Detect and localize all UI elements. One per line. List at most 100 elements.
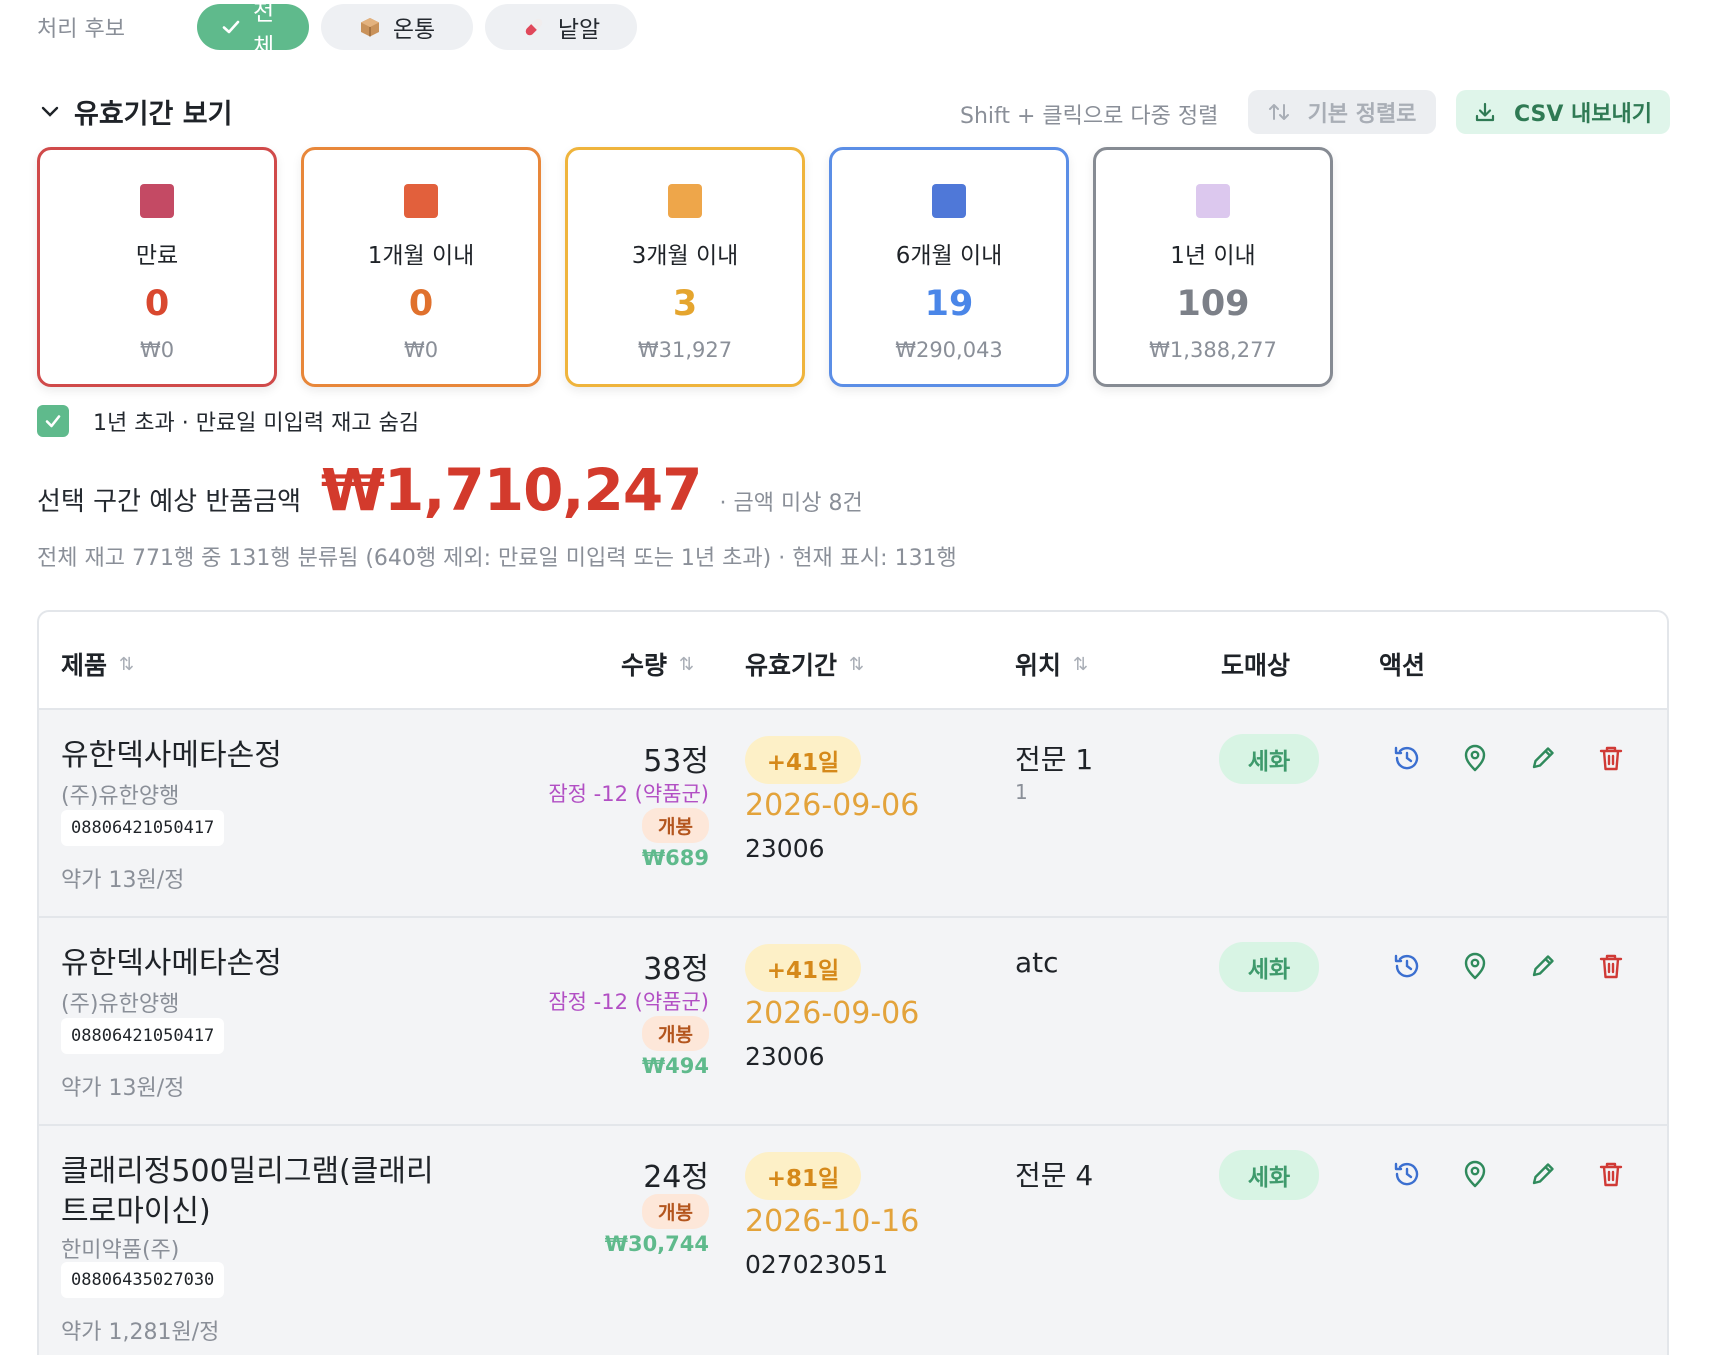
filter-chip-label: 온통: [392, 17, 436, 43]
filter-chip-box[interactable]: 온통: [321, 4, 473, 50]
total-label: 선택 구간 예상 반품금액: [37, 487, 301, 517]
card-count: 0: [408, 284, 434, 324]
lot-number: 23006: [745, 834, 825, 863]
download-icon: [1474, 101, 1496, 123]
box-icon: [359, 16, 381, 38]
location: 전문 1: [1015, 743, 1094, 776]
table-row[interactable]: 클래리정500밀리그램(클래리 트로마이신) 한미약품(주) 088064350…: [39, 1126, 1667, 1355]
sort-hint: Shift + 클릭으로 다중 정렬: [960, 104, 1219, 129]
card-amount: ₩290,043: [895, 338, 1003, 362]
color-swatch: [1196, 184, 1230, 218]
expiry-card-1year[interactable]: 1년 이내 109 ₩1,388,277: [1093, 147, 1333, 387]
filter-label: 처리 후보: [37, 17, 125, 42]
filter-chip-all[interactable]: 전체: [197, 0, 309, 60]
col-wholesaler-label: 도매상: [1221, 651, 1291, 680]
card-label: 만료: [135, 243, 179, 269]
provisional-loss: 잠정 -12 (약품군): [548, 990, 709, 1014]
location: 전문 4: [1015, 1159, 1094, 1192]
hide-option-row: 1년 초과 · 만료일 미입력 재고 숨김: [37, 405, 419, 437]
opened-badge: 개봉: [642, 1194, 709, 1229]
card-label: 6개월 이내: [895, 243, 1003, 269]
location-sub: 1: [1015, 780, 1028, 804]
trash-icon: [1599, 954, 1623, 979]
unit-price: 약가 1,281원/정: [61, 1320, 220, 1345]
card-count: 109: [1176, 284, 1250, 324]
history-button[interactable]: [1389, 1156, 1425, 1192]
location-button[interactable]: [1457, 1156, 1493, 1192]
color-swatch: [932, 184, 966, 218]
expiry-cards: 만료 0 ₩0 1개월 이내 0 ₩0 3개월 이내 3 ₩31,927 6개월…: [37, 147, 1357, 387]
product-name: 클래리정500밀리그램(클래리 트로마이신): [61, 1152, 491, 1232]
pencil-icon: [1532, 955, 1554, 977]
manufacturer: 한미약품(주): [61, 1238, 180, 1263]
quantity: 53정: [643, 744, 709, 779]
color-swatch: [404, 184, 438, 218]
hide-checkbox[interactable]: [37, 405, 69, 437]
expiry-section-title: 유효기간 보기: [74, 99, 233, 130]
card-amount: ₩31,927: [637, 338, 733, 362]
card-label: 1개월 이내: [367, 243, 475, 269]
expiry-toggle[interactable]: 유효기간 보기: [40, 92, 232, 131]
stock-value: ₩30,744: [604, 1232, 709, 1256]
history-button[interactable]: [1389, 740, 1425, 776]
location-button[interactable]: [1457, 740, 1493, 776]
product-name: 유한덱사메타손정: [61, 738, 282, 773]
delete-button[interactable]: [1593, 1156, 1629, 1192]
table-row[interactable]: 유한덱사메타손정 (주)유한양행 08806421050417 약가 13원/정…: [39, 710, 1667, 918]
barcode: 08806421050417: [61, 1018, 225, 1054]
history-icon: [1394, 746, 1419, 770]
expiry-card-1month[interactable]: 1개월 이내 0 ₩0: [301, 147, 541, 387]
csv-export-button[interactable]: CSV 내보내기: [1456, 90, 1670, 134]
summary-text: 전체 재고 771행 중 131행 분류됨 (640행 제외: 만료일 미입력 …: [37, 546, 957, 571]
expiry-card-expired[interactable]: 만료 0 ₩0: [37, 147, 277, 387]
edit-button[interactable]: [1525, 1156, 1561, 1192]
lot-number: 23006: [745, 1042, 825, 1071]
col-actions: 액션: [1379, 646, 1425, 682]
col-product-label: 제품: [61, 651, 108, 680]
barcode: 08806435027030: [61, 1262, 225, 1298]
col-location[interactable]: 위치 ⇅: [1015, 646, 1088, 682]
delete-button[interactable]: [1593, 740, 1629, 776]
delete-button[interactable]: [1593, 948, 1629, 984]
days-left-badge: +81일: [745, 1152, 861, 1200]
sort-arrows-icon: [1268, 101, 1290, 123]
product-name: 유한덱사메타손정: [61, 946, 282, 981]
barcode: 08806421050417: [61, 810, 225, 846]
trash-icon: [1599, 746, 1623, 771]
quantity: 38정: [643, 952, 709, 987]
days-left-badge: +41일: [745, 944, 861, 992]
table-row[interactable]: 유한덱사메타손정 (주)유한양행 08806421050417 약가 13원/정…: [39, 918, 1667, 1126]
opened-badge: 개봉: [642, 808, 709, 843]
edit-button[interactable]: [1525, 740, 1561, 776]
filter-chip-pill[interactable]: 낱알: [485, 4, 637, 50]
expiry-card-6month[interactable]: 6개월 이내 19 ₩290,043: [829, 147, 1069, 387]
expiry-date: 2026-09-06: [745, 996, 920, 1031]
expiry-card-3month[interactable]: 3개월 이내 3 ₩31,927: [565, 147, 805, 387]
card-amount: ₩1,388,277: [1149, 338, 1277, 362]
col-location-label: 위치: [1015, 651, 1062, 680]
card-label: 3개월 이내: [631, 243, 739, 269]
col-product[interactable]: 제품 ⇅: [61, 646, 134, 682]
chevron-down-icon: [40, 100, 60, 124]
default-sort-button[interactable]: 기본 정렬로: [1248, 90, 1436, 134]
col-expiry[interactable]: 유효기간 ⇅: [745, 646, 864, 682]
sort-icon: ⇅: [679, 653, 695, 675]
product-name-line: 트로마이신): [61, 1194, 211, 1229]
color-swatch: [668, 184, 702, 218]
col-qty[interactable]: 수량 ⇅: [621, 646, 694, 682]
edit-button[interactable]: [1525, 948, 1561, 984]
days-left-badge: +41일: [745, 736, 861, 784]
col-actions-label: 액션: [1379, 651, 1426, 680]
stock-value: ₩689: [642, 846, 709, 870]
trash-icon: [1599, 1162, 1623, 1187]
expiry-date: 2026-10-16: [745, 1204, 920, 1239]
history-button[interactable]: [1389, 948, 1425, 984]
wholesaler-badge: 세화: [1219, 734, 1319, 784]
opened-badge: 개봉: [642, 1016, 709, 1051]
pencil-icon: [1532, 1163, 1554, 1185]
table-header: 제품 ⇅ 수량 ⇅ 유효기간 ⇅ 위치 ⇅ 도매상 액션: [39, 612, 1667, 710]
sort-icon: ⇅: [1073, 653, 1089, 675]
location-button[interactable]: [1457, 948, 1493, 984]
page: 처리 후보 전체 온통 낱알 유효기간 보기 Shift + 클릭으로 다중 정…: [0, 0, 1712, 1355]
lot-number: 027023051: [745, 1250, 889, 1279]
